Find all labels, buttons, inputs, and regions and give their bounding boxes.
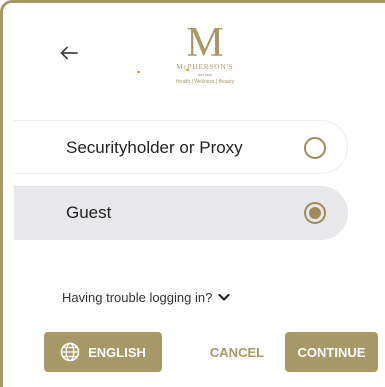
logo-name: McPHERSON'S bbox=[176, 63, 234, 71]
cancel-label: CANCEL bbox=[209, 344, 265, 360]
arrow-left-icon bbox=[60, 46, 78, 60]
decorative-dot bbox=[186, 69, 189, 71]
logo-letter: M bbox=[186, 20, 224, 66]
option-label: Guest bbox=[66, 203, 112, 222]
trouble-logging-in-toggle[interactable]: Having trouble logging in? bbox=[62, 287, 230, 307]
option-guest[interactable]: Guest bbox=[14, 186, 348, 240]
logo-est: EST 1860 bbox=[198, 73, 212, 77]
option-securityholder[interactable]: Securityholder or Proxy bbox=[14, 120, 348, 174]
decorative-dot bbox=[137, 71, 140, 73]
trouble-text: Having trouble logging in? bbox=[62, 289, 213, 305]
back-button[interactable] bbox=[56, 40, 82, 66]
radio-unselected[interactable] bbox=[304, 137, 326, 159]
language-label: ENGLISH bbox=[88, 344, 146, 360]
radio-dot bbox=[309, 207, 321, 219]
company-logo: M McPHERSON'S EST 1860 Health | Wellness… bbox=[160, 22, 250, 92]
radio-selected[interactable] bbox=[304, 202, 326, 224]
chevron-down-icon bbox=[218, 293, 230, 301]
logo-tagline: Health | Wellness | Beauty bbox=[175, 79, 235, 85]
continue-button[interactable]: CONTINUE bbox=[285, 332, 378, 372]
language-button[interactable]: ENGLISH bbox=[44, 332, 162, 372]
option-label: Securityholder or Proxy bbox=[66, 138, 243, 157]
continue-label: CONTINUE bbox=[297, 344, 366, 360]
cancel-button[interactable]: CANCEL bbox=[200, 332, 274, 372]
globe-icon bbox=[60, 342, 80, 362]
